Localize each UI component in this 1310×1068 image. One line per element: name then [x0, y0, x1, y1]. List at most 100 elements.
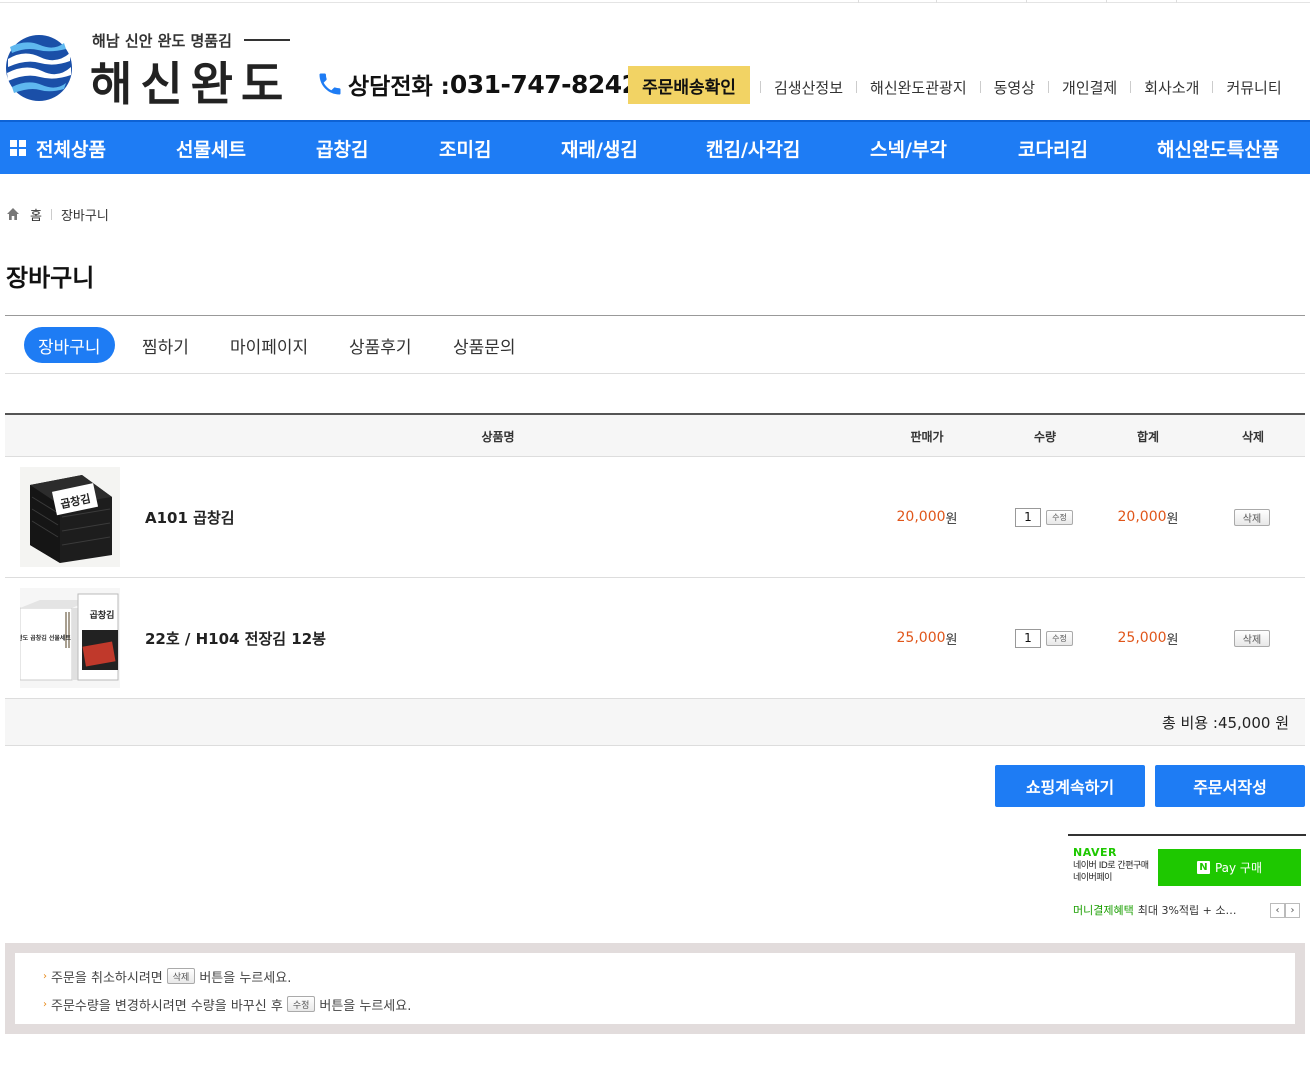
phone-number: 031-747-8242 — [449, 69, 639, 99]
naver-pay-desc-line1: 네이버 ID로 간편구매 — [1073, 861, 1149, 871]
notice-line: › 주문을 취소하시려면 삭제 버튼을 누르세요. — [43, 967, 1295, 986]
notice-line: › 주문수량을 변경하시려면 수량을 바꾸신 후 수정 버튼을 누르세요. — [43, 995, 1295, 1014]
site-header: 해남 신안 완도 명품김 해신완도 상담전화 : 031-747-8242 주문… — [0, 4, 1310, 120]
header-quantity: 수량 — [1033, 429, 1057, 444]
row-total: 20,000 원 — [1098, 457, 1198, 577]
total-cost-value: 45,000 원 — [1217, 713, 1289, 732]
delete-cell: 삭제 — [1234, 457, 1270, 577]
phone-label: 상담전화 : — [348, 74, 450, 100]
util-link-community[interactable]: 커뮤니티 — [1213, 77, 1285, 98]
home-icon[interactable] — [6, 207, 20, 221]
site-logo[interactable]: 해남 신안 완도 명품김 해신완도 — [4, 30, 294, 111]
price-unit: 원 — [945, 632, 958, 648]
modify-button-sample: 수정 — [286, 996, 316, 1012]
naver-n-icon: N — [1196, 861, 1210, 874]
naver-pay-desc-line2: 네이버페이 — [1073, 873, 1112, 883]
utility-nav: 김생산정보 해신완도관광지 동영상 개인결제 회사소개 커뮤니티 — [760, 74, 1286, 100]
grid-menu-icon — [10, 140, 26, 156]
product-thumbnail[interactable]: 곱창김 — [20, 467, 120, 567]
quantity-input[interactable]: 1 — [1015, 628, 1041, 648]
util-link-video[interactable]: 동영상 — [981, 77, 1048, 98]
category-specialty[interactable]: 해신완도특산품 — [1157, 122, 1279, 174]
notice-text: 주문수량을 변경하시려면 수량을 바꾸신 후 — [51, 998, 283, 1014]
tab-reviews[interactable]: 상품후기 — [349, 327, 412, 363]
cart-row: 곱창김 A101 곱창김 20,000 원 1 수정 20,000 원 삭제 — [5, 457, 1305, 578]
util-link-seaweed-info[interactable]: 김생산정보 — [761, 77, 856, 98]
naver-pay-buy-label: Pay 구매 — [1214, 861, 1263, 875]
order-delivery-check-button[interactable]: 주문배송확인 — [628, 66, 750, 104]
total-unit: 원 — [1166, 511, 1179, 527]
breadcrumb: 홈 장바구니 — [6, 204, 109, 224]
category-kodari-gim[interactable]: 코다리김 — [1018, 122, 1088, 174]
breadcrumb-separator — [50, 208, 52, 220]
quantity-control: 1 수정 — [1015, 578, 1073, 698]
write-order-button[interactable]: 주문서작성 — [1155, 765, 1305, 807]
price-value: 25,000 — [896, 630, 946, 646]
top-strip — [0, 0, 1310, 3]
util-link-company[interactable]: 회사소개 — [1131, 77, 1212, 98]
naver-logo: NAVER — [1073, 846, 1117, 859]
row-total: 25,000 원 — [1098, 578, 1198, 698]
chevron-left-icon[interactable]: ‹ — [1270, 903, 1285, 918]
category-all-products[interactable]: 전체상품 — [10, 122, 106, 174]
total-value: 25,000 — [1117, 630, 1167, 646]
naver-pay-description: 네이버 ID로 간편구매 네이버페이 — [1073, 860, 1149, 884]
util-link-tourism[interactable]: 해신완도관광지 — [857, 77, 980, 98]
modify-quantity-button[interactable]: 수정 — [1046, 630, 1073, 646]
phone-icon — [319, 73, 341, 95]
phone-contact: 상담전화 : 031-747-8242 — [316, 66, 639, 102]
naver-pay-widget: NAVER 네이버 ID로 간편구매 네이버페이 N Pay 구매 머니결제혜택… — [1068, 834, 1306, 920]
logo-subtitle-line — [244, 39, 290, 41]
modify-quantity-button[interactable]: 수정 — [1046, 509, 1073, 525]
cart-notice-box: › 주문을 취소하시려면 삭제 버튼을 누르세요. › 주문수량을 변경하시려면… — [5, 943, 1305, 1034]
delete-button-sample: 삭제 — [166, 968, 196, 984]
product-name[interactable]: A101 곱창김 — [145, 457, 235, 577]
category-traditional-gim[interactable]: 재래/생김 — [561, 122, 638, 174]
tab-wishlist[interactable]: 찜하기 — [142, 327, 189, 363]
category-snack[interactable]: 스넥/부각 — [870, 122, 947, 174]
product-name[interactable]: 22호 / H104 전장김 12봉 — [145, 578, 326, 698]
page-title: 장바구니 — [6, 264, 95, 292]
cart-notice-inner: › 주문을 취소하시려면 삭제 버튼을 누르세요. › 주문수량을 변경하시려면… — [15, 953, 1295, 1024]
breadcrumb-home[interactable]: 홈 — [30, 205, 42, 224]
tab-cart[interactable]: 장바구니 — [24, 327, 115, 363]
category-seasoned-gim[interactable]: 조미김 — [439, 122, 491, 174]
category-gopchang-gim[interactable]: 곱창김 — [316, 122, 368, 174]
tab-mypage[interactable]: 마이페이지 — [230, 327, 308, 363]
delete-item-button[interactable]: 삭제 — [1234, 508, 1270, 526]
delete-cell: 삭제 — [1234, 578, 1270, 698]
util-link-personal-payment[interactable]: 개인결제 — [1049, 77, 1130, 98]
naver-pay-benefit[interactable]: 머니결제혜택 최대 3%적립 + 소… — [1073, 902, 1237, 918]
price-unit: 원 — [945, 511, 958, 527]
notice-text: 버튼을 누르세요. — [319, 998, 412, 1014]
tab-inquiries[interactable]: 상품문의 — [453, 327, 516, 363]
cart-table-header: 상품명 판매가 수량 합계 삭제 — [5, 413, 1305, 457]
wave-logo-icon — [6, 35, 72, 101]
product-thumbnail[interactable]: 완도 곱창김 선물세트 곱창김 — [20, 588, 120, 688]
bullet-arrow-icon: › — [43, 970, 47, 982]
logo-title: 해신완도 — [90, 57, 292, 111]
category-label: 전체상품 — [36, 138, 106, 161]
quantity-input[interactable]: 1 — [1015, 507, 1041, 527]
continue-shopping-button[interactable]: 쇼핑계속하기 — [995, 765, 1145, 807]
notice-text: 버튼을 누르세요. — [199, 970, 292, 986]
thumbnail-box-label: 완도 곱창김 선물세트 — [20, 634, 71, 642]
cart-total-bar: 총 비용 : 45,000 원 — [5, 699, 1305, 746]
price-value: 20,000 — [896, 509, 946, 525]
benefit-title: 머니결제혜택 — [1073, 904, 1134, 917]
delete-item-button[interactable]: 삭제 — [1234, 629, 1270, 647]
total-cost-label: 총 비용 : — [1161, 713, 1218, 732]
quantity-control: 1 수정 — [1015, 457, 1073, 577]
header-product-name: 상품명 — [481, 429, 515, 444]
notice-text: 주문을 취소하시려면 — [51, 970, 163, 986]
naver-pay-buy-button[interactable]: N Pay 구매 — [1158, 849, 1301, 886]
header-delete: 삭제 — [1241, 429, 1265, 444]
category-gift-set[interactable]: 선물세트 — [176, 122, 246, 174]
category-nav: 전체상품 선물세트 곱창김 조미김 재래/생김 캔김/사각김 스넥/부각 코다리… — [0, 120, 1310, 174]
category-can-gim[interactable]: 캔김/사각김 — [706, 122, 800, 174]
benefit-pager: ‹ › — [1270, 903, 1300, 918]
thumbnail-label: 곱창김 — [90, 609, 115, 621]
cart-table: 상품명 판매가 수량 합계 삭제 곱창김 A101 곱창김 20,000 원 1… — [5, 413, 1305, 746]
product-price: 20,000 원 — [877, 457, 977, 577]
chevron-right-icon[interactable]: › — [1285, 903, 1300, 918]
